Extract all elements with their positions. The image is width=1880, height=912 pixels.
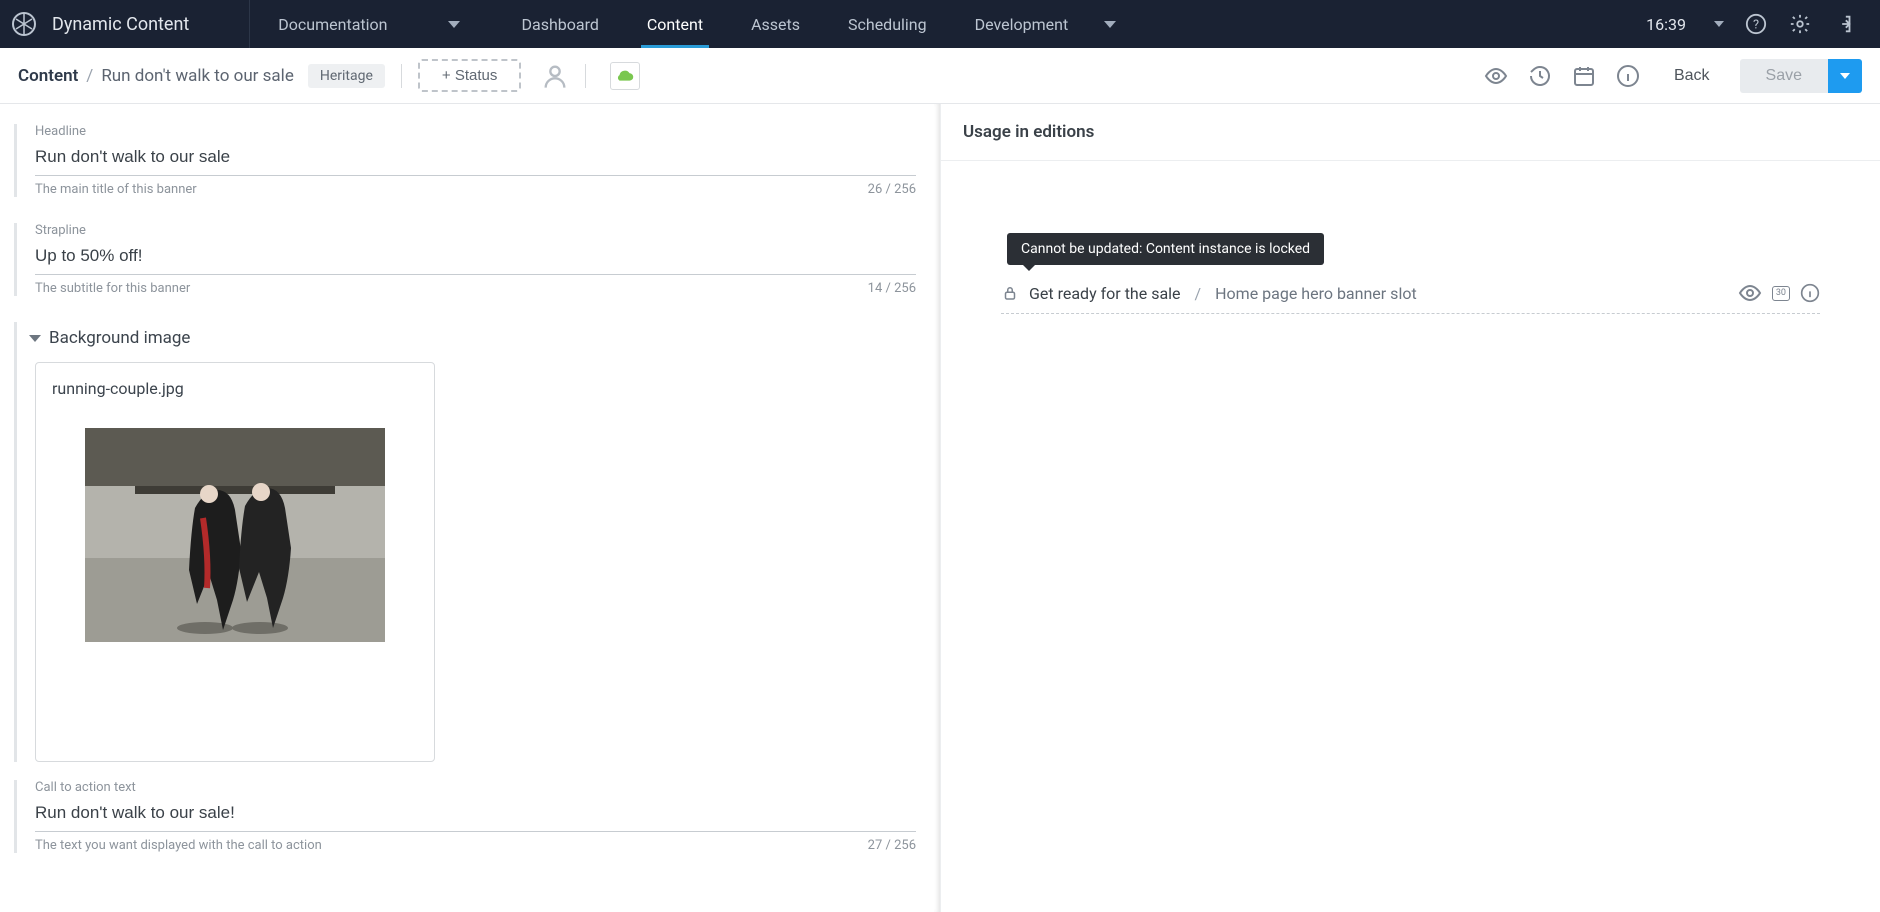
edition-sep: / — [1195, 284, 1202, 303]
info-icon[interactable] — [1800, 283, 1820, 303]
development-label: Development — [975, 15, 1069, 34]
user-icon[interactable] — [541, 62, 569, 90]
main-split: Headline The main title of this banner 2… — [0, 104, 1880, 912]
cta-help: The text you want displayed with the cal… — [35, 838, 322, 853]
tab-assets[interactable]: Assets — [727, 0, 824, 48]
heritage-badge: Heritage — [308, 64, 385, 88]
image-filename: running-couple.jpg — [52, 379, 418, 398]
documentation-label: Documentation — [278, 15, 387, 34]
headline-help: The main title of this banner — [35, 182, 197, 197]
lock-icon — [1001, 284, 1019, 302]
headline-count: 26 / 256 — [868, 182, 916, 197]
top-navigation: Dynamic Content Documentation Dashboard … — [0, 0, 1880, 48]
locked-tooltip: Cannot be updated: Content instance is l… — [1007, 233, 1324, 265]
settings-icon[interactable] — [1788, 12, 1812, 36]
breadcrumb: Content / Run don't walk to our sale — [18, 66, 294, 86]
edition-row-actions: 30 — [1738, 281, 1820, 305]
editions-pane: Usage in editions Cannot be updated: Con… — [940, 104, 1880, 912]
breadcrumb-root[interactable]: Content — [18, 66, 78, 86]
chevron-down-icon — [448, 21, 460, 28]
chevron-down-icon — [1714, 21, 1724, 27]
image-thumbnail — [85, 428, 385, 642]
strapline-help: The subtitle for this banner — [35, 281, 190, 296]
calendar-day-badge[interactable]: 30 — [1772, 286, 1790, 301]
topnav-right: 16:39 ? — [1646, 0, 1880, 48]
save-button-group: Save — [1740, 59, 1862, 93]
documentation-dropdown[interactable]: Documentation — [250, 0, 487, 48]
save-dropdown-button[interactable] — [1828, 59, 1862, 93]
chevron-down-icon — [1104, 21, 1116, 28]
edition-row[interactable]: Cannot be updated: Content instance is l… — [1001, 281, 1820, 314]
breadcrumb-leaf: Run don't walk to our sale — [101, 66, 294, 86]
strapline-field-group: Strapline The subtitle for this banner 1… — [14, 223, 916, 296]
strapline-input[interactable] — [35, 240, 916, 275]
tab-dashboard[interactable]: Dashboard — [498, 0, 623, 48]
app-logo-icon — [12, 12, 36, 36]
main-tabs: Dashboard Content Assets Scheduling — [498, 0, 951, 48]
info-icon[interactable] — [1616, 64, 1640, 88]
background-image-section: Background image running-couple.jpg — [14, 322, 916, 762]
headline-label: Headline — [35, 124, 916, 139]
history-icon[interactable] — [1528, 64, 1552, 88]
app-brand: Dynamic Content — [52, 14, 249, 35]
edition-slot: Home page hero banner slot — [1215, 284, 1417, 303]
add-status-button[interactable]: + Status — [418, 59, 521, 92]
divider — [401, 64, 402, 88]
background-image-toggle[interactable]: Background image — [25, 322, 916, 354]
time-value: 16:39 — [1646, 15, 1686, 34]
content-toolbar: Content / Run don't walk to our sale Her… — [0, 48, 1880, 104]
background-image-label: Background image — [49, 328, 190, 348]
development-dropdown[interactable]: Development — [951, 15, 1141, 34]
headline-input[interactable] — [35, 141, 916, 176]
form-pane: Headline The main title of this banner 2… — [0, 104, 940, 912]
preview-icon[interactable] — [1484, 64, 1508, 88]
breadcrumb-sep: / — [86, 66, 93, 86]
divider — [585, 64, 586, 88]
logout-icon[interactable] — [1832, 12, 1856, 36]
image-card[interactable]: running-couple.jpg — [35, 362, 435, 762]
strapline-count: 14 / 256 — [868, 281, 916, 296]
tab-scheduling[interactable]: Scheduling — [824, 0, 951, 48]
cloud-status-icon[interactable] — [610, 62, 640, 90]
cta-field-group: Call to action text The text you want di… — [14, 780, 916, 853]
cta-input[interactable] — [35, 797, 916, 832]
image-thumbnail-wrap — [52, 428, 418, 642]
cta-count: 27 / 256 — [868, 838, 916, 853]
schedule-icon[interactable] — [1572, 64, 1596, 88]
headline-field-group: Headline The main title of this banner 2… — [14, 124, 916, 197]
cta-label: Call to action text — [35, 780, 916, 795]
save-button[interactable]: Save — [1740, 59, 1828, 93]
tab-content[interactable]: Content — [623, 0, 727, 48]
back-button[interactable]: Back — [1674, 67, 1710, 85]
help-icon[interactable]: ? — [1744, 12, 1768, 36]
svg-text:?: ? — [1753, 18, 1759, 33]
chevron-down-icon — [29, 335, 41, 342]
edition-name: Get ready for the sale — [1029, 284, 1181, 303]
preview-icon[interactable] — [1738, 281, 1762, 305]
strapline-label: Strapline — [35, 223, 916, 238]
editions-panel-title: Usage in editions — [941, 104, 1880, 161]
time-dropdown[interactable]: 16:39 — [1646, 15, 1724, 34]
